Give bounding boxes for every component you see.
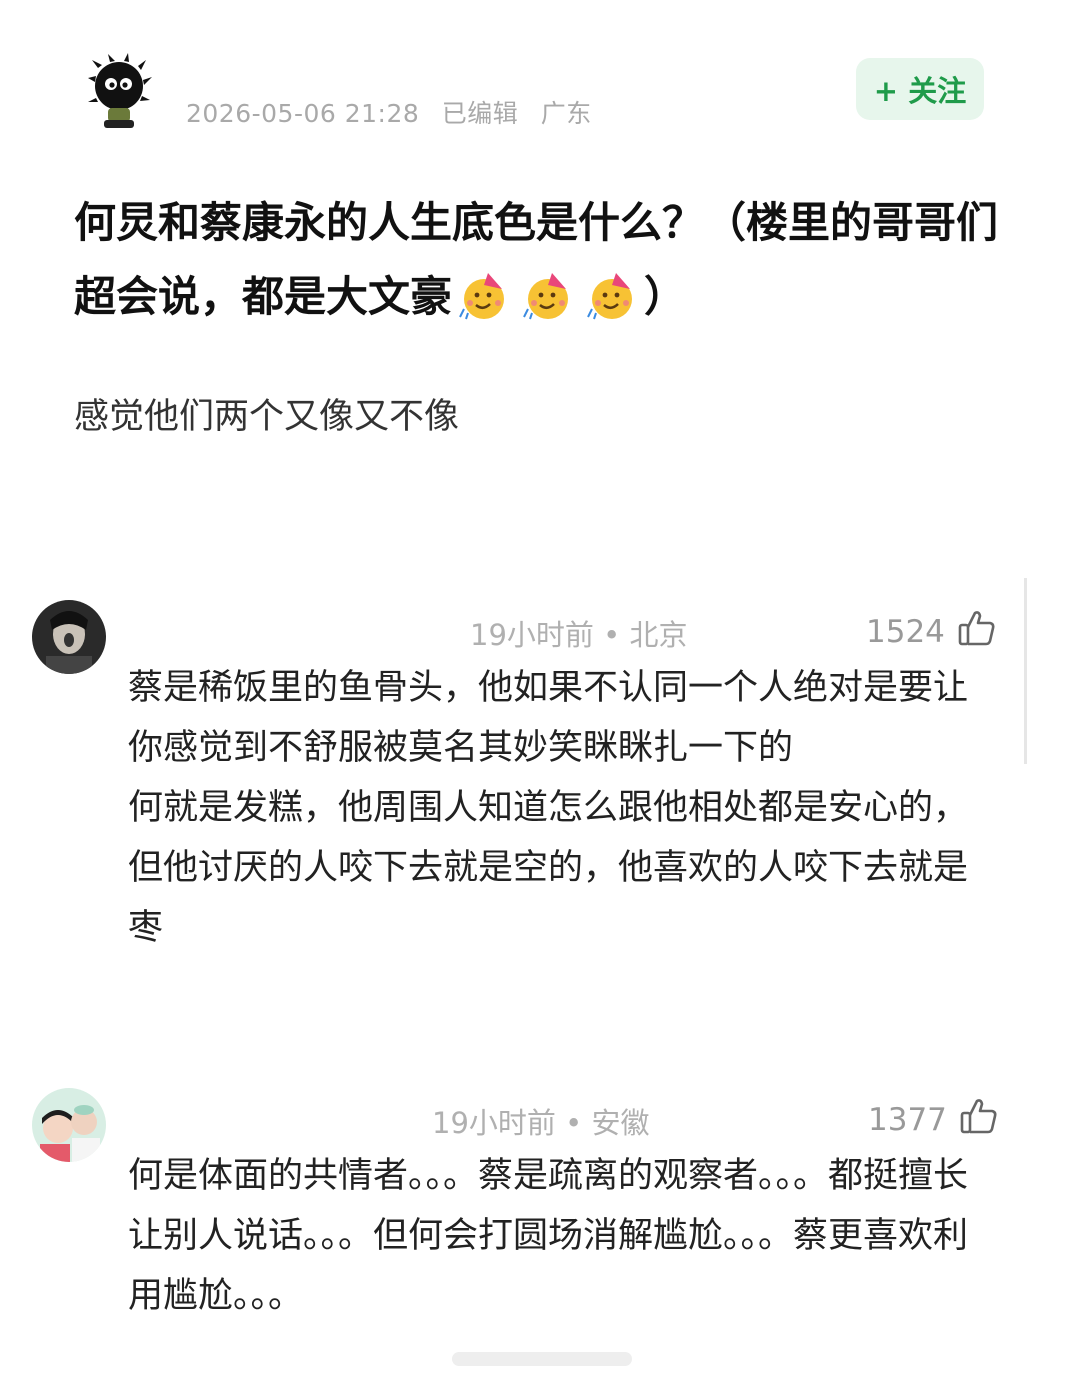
watermark-bar bbox=[452, 1352, 632, 1366]
post-meta: 2026-05-06 21:28 已编辑 广东 bbox=[186, 94, 606, 130]
comment-text: 何是体面的共情者。。。蔡是疏离的观察者。。。都挺擅长让别人说话。。。但何会打圆场… bbox=[128, 1146, 998, 1326]
post-title-tail: ） bbox=[644, 272, 687, 321]
partying-face-icon bbox=[522, 269, 574, 321]
follow-button[interactable]: + 关注 bbox=[856, 58, 984, 120]
post-timestamp: 2026-05-06 21:28 bbox=[186, 99, 420, 128]
comment-text: 蔡是稀饭里的鱼骨头，他如果不认同一个人绝对是要让你感觉到不舒服被莫名其妙笑眯眯扎… bbox=[128, 658, 998, 958]
partying-face-icon bbox=[586, 269, 638, 321]
thumbs-up-icon bbox=[959, 1096, 999, 1144]
post-location: 广东 bbox=[540, 99, 592, 128]
comment-avatar[interactable] bbox=[32, 1088, 106, 1162]
comment-meta: 19小时前 • 北京 bbox=[470, 618, 688, 652]
comment-time: 19小时前 bbox=[470, 618, 594, 652]
post-edited-label: 已编辑 bbox=[441, 99, 519, 128]
thumbs-up-icon bbox=[957, 608, 997, 656]
author-avatar[interactable] bbox=[80, 52, 158, 130]
comment-meta: 19小时前 • 安徽 bbox=[432, 1106, 650, 1140]
comment-line: 何就是发糕，他周围人知道怎么跟他相处都是安心的，但他讨厌的人咬下去就是空的，他喜… bbox=[128, 788, 969, 948]
like-count: 1524 bbox=[866, 614, 945, 650]
comment-line: 蔡是稀饭里的鱼骨头，他如果不认同一个人绝对是要让你感觉到不舒服被莫名其妙笑眯眯扎… bbox=[128, 668, 969, 768]
comment-location: 北京 bbox=[629, 618, 688, 652]
comment-avatar[interactable] bbox=[32, 600, 106, 674]
like-button[interactable]: 1377 bbox=[868, 1096, 999, 1144]
post-title: 何炅和蔡康永的人生底色是什么？（楼里的哥哥们超会说，都是大文豪） bbox=[74, 186, 1010, 334]
scrollbar[interactable] bbox=[1024, 578, 1027, 764]
post-body: 感觉他们两个又像又不像 bbox=[74, 397, 460, 437]
partying-face-icon bbox=[458, 269, 510, 321]
comment-line: 何是体面的共情者。。。蔡是疏离的观察者。。。都挺擅长让别人说话。。。但何会打圆场… bbox=[128, 1156, 969, 1316]
comment-location: 安徽 bbox=[591, 1106, 650, 1140]
like-button[interactable]: 1524 bbox=[866, 608, 997, 656]
like-count: 1377 bbox=[868, 1102, 947, 1138]
comment-time: 19小时前 bbox=[432, 1106, 556, 1140]
